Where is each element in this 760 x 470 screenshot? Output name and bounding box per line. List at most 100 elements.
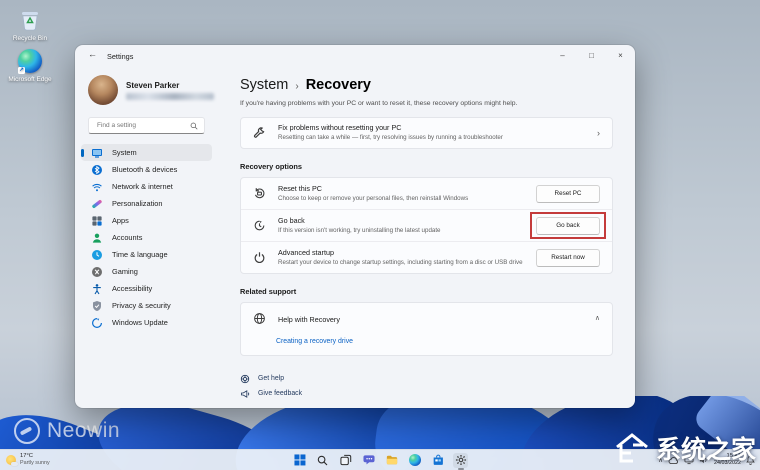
reset-pc-button[interactable]: Reset PC (536, 185, 600, 203)
reset-pc-row: Reset this PC Choose to keep or remove y… (241, 178, 612, 209)
row-desc: Restart your device to change startup se… (278, 259, 523, 267)
sidebar-item-windows-update[interactable]: Windows Update (81, 314, 212, 331)
desktop-icon-edge[interactable]: ↗ Microsoft Edge (2, 48, 58, 84)
settings-taskbar-icon[interactable] (453, 453, 468, 468)
desktop-icon-label: Microsoft Edge (2, 76, 58, 84)
sidebar-item-label: Accounts (112, 233, 142, 242)
window-title: Settings (107, 52, 133, 61)
megaphone-icon (240, 389, 250, 399)
breadcrumb: System › Recovery (240, 77, 613, 93)
sidebar-item-time-language[interactable]: Time & language (81, 246, 212, 263)
shortcut-arrow-icon: ↗ (18, 67, 25, 74)
get-help-link[interactable]: Get help (240, 371, 613, 386)
file-explorer-icon[interactable] (384, 453, 399, 468)
fix-card-title: Fix problems without resetting your PC (278, 123, 503, 133)
globe-icon (253, 312, 266, 325)
row-title: Go back (278, 216, 440, 226)
shield-icon (91, 300, 103, 312)
sidebar-item-system[interactable]: System (81, 144, 212, 161)
recovery-options-group: Reset this PC Choose to keep or remove y… (240, 177, 613, 274)
sidebar-item-bluetooth[interactable]: Bluetooth & devices (81, 161, 212, 178)
sidebar-item-label: Apps (112, 216, 129, 225)
breadcrumb-separator: › (295, 81, 298, 92)
reset-pc-icon (253, 187, 266, 200)
user-name: Steven Parker (126, 81, 214, 90)
sidebar-item-label: Gaming (112, 267, 138, 276)
lifebuoy-icon (240, 374, 250, 384)
recycle-bin-icon (17, 7, 43, 33)
clock-icon (91, 249, 103, 261)
user-profile[interactable]: Steven Parker (75, 69, 218, 109)
sidebar-item-network[interactable]: Network & internet (81, 178, 212, 195)
store-icon[interactable] (430, 453, 445, 468)
desktop-icon-recycle-bin[interactable]: Recycle Bin (2, 7, 58, 43)
minimize-button[interactable]: – (548, 45, 577, 66)
row-desc: Choose to keep or remove your personal f… (278, 195, 468, 203)
go-back-row: Go back If this version isn't working, t… (241, 209, 612, 241)
go-back-button[interactable]: Go back (536, 217, 600, 235)
footer-link-label: Give feedback (258, 390, 302, 397)
brush-icon (91, 198, 103, 210)
recovery-drive-link[interactable]: Creating a recovery drive (241, 333, 612, 355)
restart-now-button[interactable]: Restart now (536, 249, 600, 267)
system-icon (91, 147, 103, 159)
sidebar-item-label: Windows Update (112, 318, 168, 327)
recovery-options-heading: Recovery options (240, 162, 613, 171)
sidebar-item-label: Network & internet (112, 182, 173, 191)
row-title: Reset this PC (278, 184, 468, 194)
main-content: System › Recovery If you're having probl… (218, 67, 635, 408)
sidebar-item-privacy[interactable]: Privacy & security (81, 297, 212, 314)
search-icon (190, 122, 198, 130)
sidebar-item-accessibility[interactable]: Accessibility (81, 280, 212, 297)
xitongzhijia-watermark-text: 系统之家 (656, 430, 756, 466)
sidebar-nav: System Bluetooth & devices Network & int… (75, 140, 218, 335)
person-icon (91, 232, 103, 244)
search-taskbar-icon[interactable] (315, 453, 330, 468)
maximize-button[interactable]: □ (577, 45, 606, 66)
weather-widget[interactable]: 17°C Partly sunny (6, 450, 50, 470)
settings-window: ← Settings – □ × Steven Parker (75, 45, 635, 408)
neowin-watermark-text: Neowin (47, 419, 120, 443)
start-button[interactable] (292, 453, 307, 468)
weather-temp: 17°C (20, 453, 50, 460)
sidebar-item-gaming[interactable]: Gaming (81, 263, 212, 280)
desktop-icon-label: Recycle Bin (2, 35, 58, 43)
desktop: Recycle Bin ↗ Microsoft Edge ← Settings … (0, 0, 760, 470)
power-icon (253, 251, 266, 264)
sidebar-item-apps[interactable]: Apps (81, 212, 212, 229)
task-view-icon[interactable] (338, 453, 353, 468)
bluetooth-icon (91, 164, 103, 176)
give-feedback-link[interactable]: Give feedback (240, 386, 613, 401)
update-arrows-icon (91, 317, 103, 329)
wifi-icon (91, 181, 103, 193)
xitongzhijia-watermark: 系统之家 (613, 430, 756, 466)
edge-taskbar-icon[interactable] (407, 453, 422, 468)
user-email-redacted (126, 93, 214, 100)
titlebar[interactable]: ← Settings – □ × (75, 45, 635, 67)
go-back-clock-icon (253, 219, 266, 232)
sidebar-item-accounts[interactable]: Accounts (81, 229, 212, 246)
back-arrow-icon[interactable]: ← (88, 49, 97, 59)
breadcrumb-parent[interactable]: System (240, 77, 288, 93)
sidebar-item-personalization[interactable]: Personalization (81, 195, 212, 212)
edge-icon: ↗ (17, 48, 43, 74)
sidebar-item-label: Personalization (112, 199, 163, 208)
sidebar: Steven Parker System Bluetooth & devices (75, 67, 218, 408)
help-card: Help with Recovery ∧ Creating a recovery… (240, 302, 613, 356)
close-button[interactable]: × (606, 45, 635, 66)
accessibility-person-icon (91, 283, 103, 295)
avatar (88, 75, 118, 105)
partly-sunny-icon (6, 455, 16, 465)
related-support-heading: Related support (240, 287, 613, 296)
footer-links: Get help Give feedback (240, 371, 613, 401)
fix-problems-card[interactable]: Fix problems without resetting your PC R… (240, 117, 613, 149)
search-box[interactable] (88, 117, 205, 134)
chevron-up-icon[interactable]: ∧ (595, 314, 600, 322)
sidebar-item-label: Time & language (112, 250, 168, 259)
fix-card-desc: Resetting can take a while — first, try … (278, 134, 503, 142)
chat-icon[interactable] (361, 453, 376, 468)
help-with-recovery-row[interactable]: Help with Recovery ∧ (241, 303, 612, 333)
row-title: Advanced startup (278, 248, 523, 258)
neowin-watermark: Neowin (14, 418, 120, 444)
search-input[interactable] (95, 121, 190, 130)
